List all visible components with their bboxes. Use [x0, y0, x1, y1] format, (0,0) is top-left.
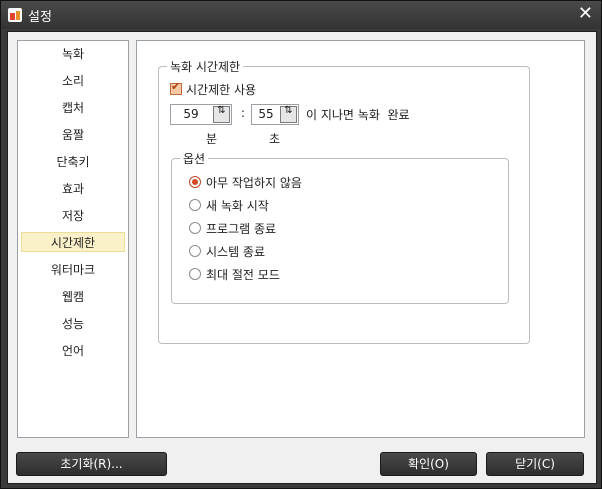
- spin-arrows-icon[interactable]: ⇅: [280, 106, 297, 123]
- seconds-spinner[interactable]: 55 ⇅: [251, 104, 299, 125]
- group-title: 녹화 시간제한: [167, 58, 244, 75]
- sidebar-item-capture[interactable]: 캡처: [21, 98, 125, 118]
- after-time-text: 이 지나면 녹화 완료: [306, 108, 410, 122]
- checkbox-box[interactable]: [170, 80, 182, 95]
- sidebar-item-shortcuts[interactable]: 단축키: [21, 152, 125, 172]
- option-label: 아무 작업하지 않음: [206, 175, 302, 190]
- app-icon: [8, 8, 22, 22]
- time-limit-group: 녹화 시간제한 시간제한 사용 59 ⇅ : 55 ⇅ 이 지나면 녹화 완료 …: [158, 58, 530, 344]
- settings-sidebar: 녹화 소리 캡처 움짤 단축키 효과 저장 시간제한 워터마크 웹캠 성능 언어: [17, 40, 129, 438]
- minutes-value[interactable]: 59: [171, 105, 211, 124]
- option-label: 시스템 종료: [206, 244, 266, 259]
- sidebar-item-time-limit[interactable]: 시간제한: [21, 232, 125, 252]
- option-new-recording[interactable]: 새 녹화 시작: [189, 197, 269, 213]
- sidebar-item-performance[interactable]: 성능: [21, 314, 125, 334]
- minutes-spinner[interactable]: 59 ⇅: [170, 104, 232, 125]
- option-label: 새 녹화 시작: [206, 198, 269, 213]
- minutes-unit: 분: [206, 132, 218, 146]
- option-label: 프로그램 종료: [206, 221, 277, 236]
- option-do-nothing[interactable]: 아무 작업하지 않음: [189, 174, 302, 190]
- sidebar-item-language[interactable]: 언어: [21, 341, 125, 361]
- reset-button[interactable]: 초기화(R)...: [16, 452, 167, 476]
- enable-time-limit-checkbox[interactable]: 시간제한 사용: [170, 80, 257, 97]
- seconds-value[interactable]: 55: [252, 105, 280, 124]
- close-button[interactable]: 닫기(C): [486, 452, 584, 476]
- ok-button[interactable]: 확인(O): [380, 452, 477, 476]
- sidebar-item-recording[interactable]: 녹화: [21, 44, 125, 64]
- title-bar: 설정 ✕: [1, 1, 601, 29]
- radio-button[interactable]: [189, 176, 201, 188]
- options-group: 옵션 아무 작업하지 않음 새 녹화 시작 프로그램 종료 시스템 종료 최대 …: [171, 150, 509, 304]
- time-separator: :: [241, 106, 246, 120]
- radio-button[interactable]: [189, 268, 201, 280]
- option-exit-program[interactable]: 프로그램 종료: [189, 220, 276, 236]
- radio-button[interactable]: [189, 199, 201, 211]
- sidebar-item-gif[interactable]: 움짤: [21, 125, 125, 145]
- option-hibernate[interactable]: 최대 절전 모드: [189, 266, 280, 282]
- close-icon[interactable]: ✕: [578, 4, 593, 24]
- spin-arrows-icon[interactable]: ⇅: [213, 106, 230, 123]
- settings-content: 녹화 시간제한 시간제한 사용 59 ⇅ : 55 ⇅ 이 지나면 녹화 완료 …: [136, 40, 585, 438]
- sidebar-item-watermark[interactable]: 워터마크: [21, 260, 125, 280]
- option-shutdown[interactable]: 시스템 종료: [189, 243, 265, 259]
- option-label: 최대 절전 모드: [206, 267, 280, 282]
- sidebar-item-sound[interactable]: 소리: [21, 71, 125, 91]
- radio-button[interactable]: [189, 222, 201, 234]
- options-title: 옵션: [180, 150, 209, 167]
- radio-button[interactable]: [189, 245, 201, 257]
- checkbox-label: 시간제한 사용: [186, 82, 257, 97]
- dialog-body: 녹화 소리 캡처 움짤 단축키 효과 저장 시간제한 워터마크 웹캠 성능 언어…: [7, 31, 597, 484]
- seconds-unit: 초: [269, 132, 281, 146]
- sidebar-item-webcam[interactable]: 웹캠: [21, 287, 125, 307]
- sidebar-item-effects[interactable]: 효과: [21, 179, 125, 199]
- window-title: 설정: [28, 10, 52, 25]
- settings-window: 설정 ✕ 녹화 소리 캡처 움짤 단축키 효과 저장 시간제한 워터마크 웹캠 …: [0, 0, 602, 489]
- sidebar-item-save[interactable]: 저장: [21, 206, 125, 226]
